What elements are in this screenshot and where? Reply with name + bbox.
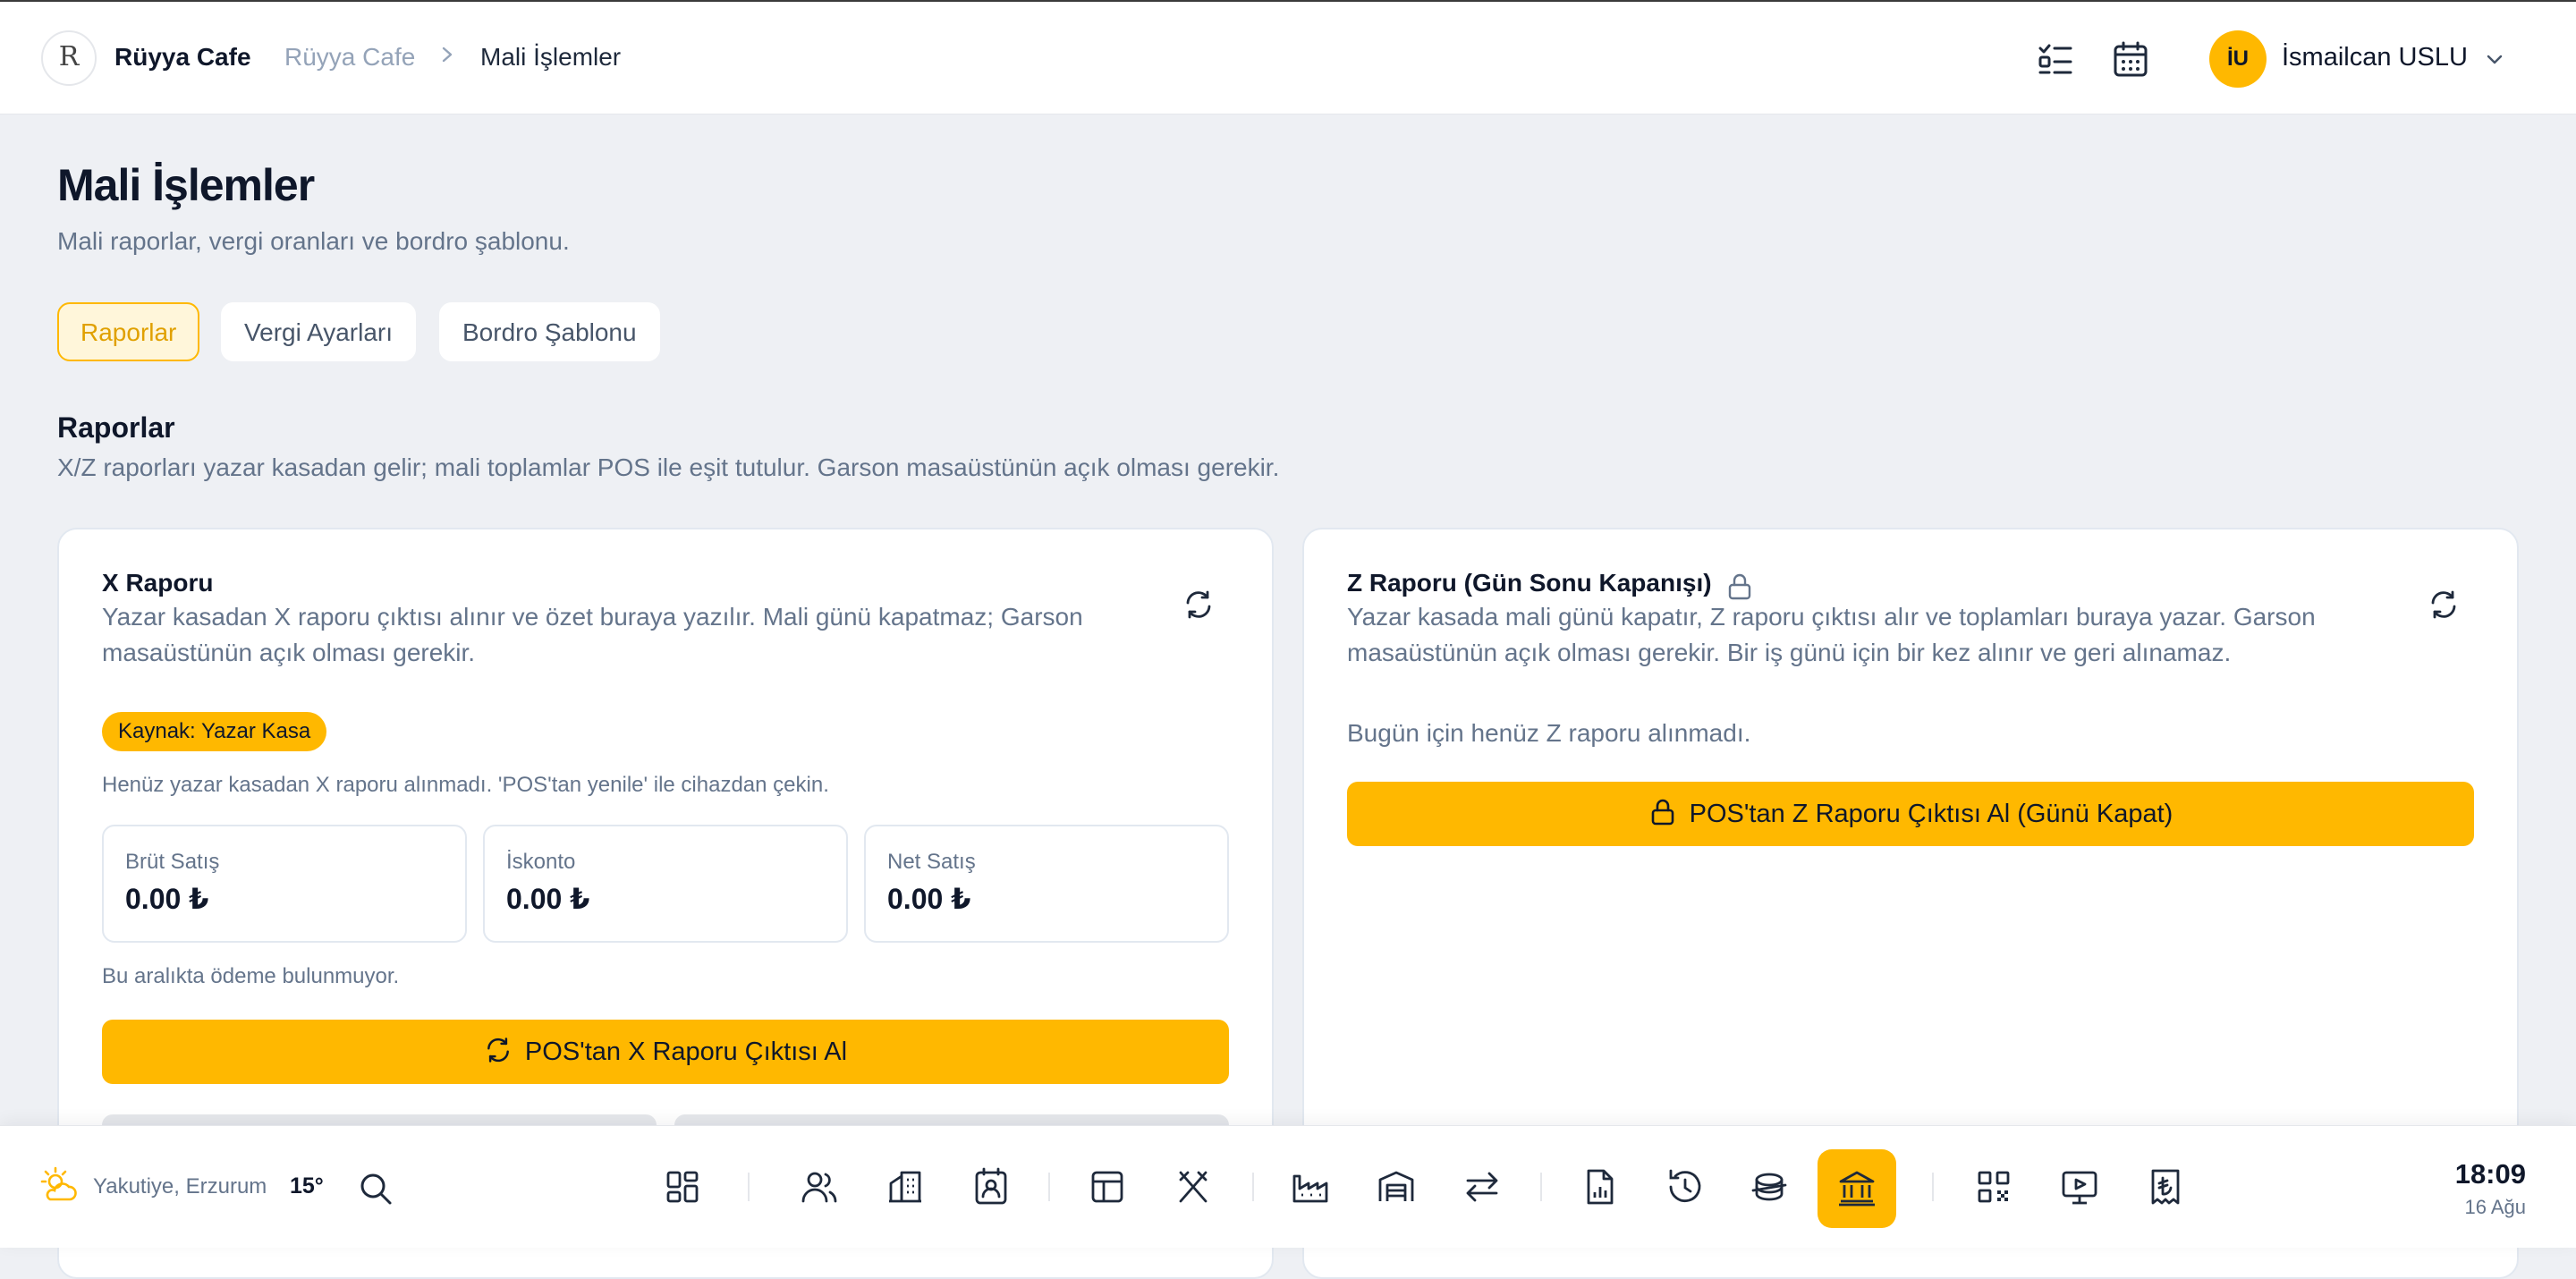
stat-label: İskonto <box>506 850 576 874</box>
clock-date: 16 Ağu <box>2464 1196 2526 1218</box>
users-icon[interactable] <box>798 1165 841 1208</box>
building-icon[interactable] <box>884 1165 927 1208</box>
refresh-icon[interactable] <box>1182 589 1215 621</box>
x-report-empty: Bu aralıkta ödeme bulunmuyor. <box>102 964 400 988</box>
z-report-title: Z Raporu (Gün Sonu Kapanışı) <box>1347 569 1712 597</box>
weather-temperature: 15° <box>290 1173 324 1199</box>
page-title: Mali İşlemler <box>57 160 315 210</box>
monitor-play-icon[interactable] <box>2058 1165 2101 1208</box>
weather-location: Yakutiye, Erzurum <box>93 1174 267 1199</box>
coins-icon[interactable] <box>1748 1165 1791 1208</box>
z-report-description: Yazar kasada mali günü kapatır, Z raporu… <box>1347 603 2316 666</box>
stat-value: 0.00 ₺ <box>125 883 209 915</box>
stat-value: 0.00 ₺ <box>506 883 590 915</box>
x-report-button-label: POS'tan X Raporu Çıktısı Al <box>524 1038 848 1066</box>
stat-value: 0.00 ₺ <box>887 883 971 915</box>
logo-letter: R <box>58 41 80 72</box>
top-bar: R Rüyya Cafe Rüyya Cafe Mali İşlemler İU… <box>0 0 2576 114</box>
avatar[interactable]: İU <box>2209 30 2267 88</box>
tab-bordro-sablonu[interactable]: Bordro Şablonu <box>439 302 660 361</box>
dock-divider <box>1048 1173 1050 1201</box>
calendar-icon[interactable] <box>2111 39 2150 79</box>
page-subtitle: Mali raporlar, vergi oranları ve bordro … <box>57 227 570 255</box>
x-report-description: Yazar kasadan X raporu çıktısı alınır ve… <box>102 603 1083 666</box>
partly-cloudy-icon <box>40 1166 77 1201</box>
source-badge: Kaynak: Yazar Kasa <box>102 712 327 751</box>
section-title: Raporlar <box>57 411 175 444</box>
stat-brut-satis: Brüt Satış 0.00 ₺ <box>102 825 467 943</box>
transfer-icon[interactable] <box>1461 1165 1504 1208</box>
factory-icon[interactable] <box>1289 1165 1332 1208</box>
stat-label: Brüt Satış <box>125 850 220 874</box>
breadcrumb-home[interactable]: Rüyya Cafe <box>284 43 415 72</box>
dock-divider <box>1252 1173 1254 1201</box>
section-subtitle: X/Z raporları yazar kasadan gelir; mali … <box>57 453 1280 481</box>
refresh-icon[interactable] <box>2428 589 2460 621</box>
chevron-right-icon <box>442 47 453 63</box>
brand-name[interactable]: Rüyya Cafe <box>114 43 251 72</box>
z-report-button[interactable]: POS'tan Z Raporu Çıktısı Al (Günü Kapat) <box>1347 782 2474 846</box>
history-icon[interactable] <box>1664 1165 1707 1208</box>
breadcrumb-current: Mali İşlemler <box>480 43 622 71</box>
x-report-info: Henüz yazar kasadan X raporu alınmadı. '… <box>102 773 829 797</box>
table-layout-icon[interactable] <box>1086 1165 1129 1208</box>
lock-icon <box>1728 573 1751 600</box>
utensils-icon[interactable] <box>1172 1165 1215 1208</box>
refresh-icon <box>487 1038 509 1063</box>
dashboard-icon[interactable] <box>661 1165 704 1208</box>
contact-icon[interactable] <box>970 1165 1013 1208</box>
qr-code-icon[interactable] <box>1972 1165 2015 1208</box>
bottom-dock: Yakutiye, Erzurum 15° 18:09 16 Ağu <box>0 1125 2576 1248</box>
bank-icon[interactable] <box>1818 1149 1896 1228</box>
tab-vergi-ayarlari[interactable]: Vergi Ayarları <box>221 302 417 361</box>
x-report-button[interactable]: POS'tan X Raporu Çıktısı Al <box>102 1020 1229 1084</box>
dock-divider <box>1540 1173 1542 1201</box>
stat-net-satis: Net Satış 0.00 ₺ <box>864 825 1229 943</box>
dock-divider <box>1932 1173 1934 1201</box>
tab-raporlar[interactable]: Raporlar <box>57 302 200 361</box>
z-report-empty: Bugün için henüz Z raporu alınmadı. <box>1347 719 1751 747</box>
search-icon[interactable] <box>358 1171 394 1207</box>
stat-iskonto: İskonto 0.00 ₺ <box>483 825 848 943</box>
report-file-icon[interactable] <box>1578 1165 1621 1208</box>
chevron-down-icon[interactable] <box>2483 48 2506 72</box>
lira-receipt-icon[interactable] <box>2144 1165 2187 1208</box>
clock-time: 18:09 <box>2454 1158 2526 1190</box>
lock-icon <box>1651 800 1674 826</box>
checklist-icon[interactable] <box>2036 39 2075 79</box>
stat-label: Net Satış <box>887 850 976 874</box>
dock-divider <box>748 1173 750 1201</box>
warehouse-icon[interactable] <box>1375 1165 1418 1208</box>
user-name[interactable]: İsmailcan USLU <box>2282 43 2468 72</box>
z-report-button-label: POS'tan Z Raporu Çıktısı Al (Günü Kapat) <box>1689 800 2174 828</box>
brand-logo[interactable]: R <box>41 30 97 86</box>
x-report-title: X Raporu <box>102 569 214 597</box>
